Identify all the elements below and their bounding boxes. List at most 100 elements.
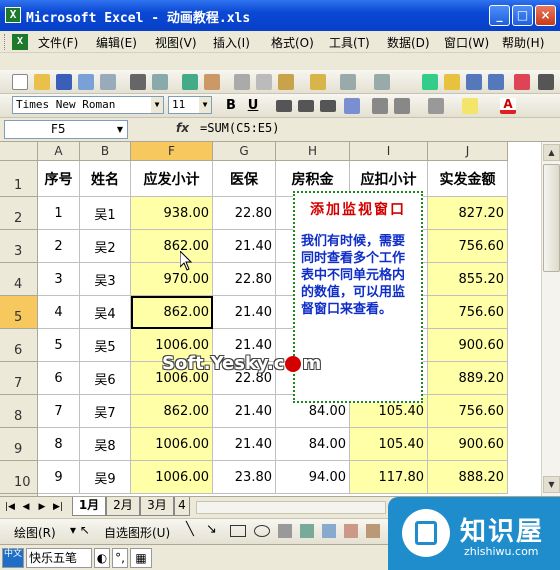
column-title-cell[interactable]: 医保 <box>213 161 276 197</box>
menu-format[interactable]: 格式(O) <box>271 34 314 51</box>
column-title-cell[interactable]: 实发金额 <box>428 161 508 197</box>
table-cell[interactable]: 900.60 <box>428 428 508 461</box>
row-header-9[interactable]: 9 <box>0 428 38 461</box>
sort-ascending-icon[interactable] <box>466 74 482 90</box>
oval-icon[interactable] <box>254 525 270 537</box>
row-header-3[interactable]: 3 <box>0 230 38 263</box>
row-header-7[interactable]: 7 <box>0 362 38 395</box>
table-cell[interactable]: 3 <box>38 263 80 296</box>
vertical-scrollbar[interactable]: ▲ ▼ <box>541 142 560 496</box>
diagram-icon[interactable] <box>322 524 336 538</box>
formula-input[interactable]: =SUM(C5:E5) <box>200 121 279 135</box>
clipart-icon[interactable] <box>344 524 358 538</box>
worksheet-grid[interactable]: A B F G H I J 1 序号 姓名 应发小计 医保 房积金 应扣小计 实发金额 2 1 吴1 938.00 2… <box>0 142 541 496</box>
table-cell[interactable]: 862.00 <box>131 395 213 428</box>
scroll-up-icon[interactable]: ▲ <box>543 144 560 161</box>
select-all-corner[interactable] <box>0 142 38 161</box>
column-header-B[interactable]: B <box>80 142 131 161</box>
horizontal-scrollbar[interactable] <box>196 501 386 514</box>
table-cell[interactable]: 吴4 <box>80 296 131 329</box>
tab-sheet-3[interactable]: 3月 <box>140 497 174 516</box>
cut-icon[interactable] <box>234 74 250 90</box>
first-sheet-icon[interactable]: |◀ <box>4 500 16 514</box>
table-cell[interactable]: 970.00 <box>131 263 213 296</box>
table-cell[interactable]: 117.80 <box>350 461 428 494</box>
tab-sheet-2[interactable]: 2月 <box>106 497 140 516</box>
table-cell[interactable]: 84.00 <box>276 428 350 461</box>
hyperlink-icon[interactable] <box>422 74 438 90</box>
column-title-cell[interactable]: 序号 <box>38 161 80 197</box>
last-sheet-icon[interactable]: ▶| <box>52 500 64 514</box>
font-select[interactable]: Times New Roman ▼ <box>12 96 164 114</box>
table-cell[interactable]: 7 <box>38 395 80 428</box>
align-center-icon[interactable] <box>298 100 314 112</box>
row-header-2[interactable]: 2 <box>0 197 38 230</box>
table-cell[interactable]: 1006.00 <box>131 461 213 494</box>
scroll-thumb[interactable] <box>543 164 560 272</box>
table-cell[interactable]: 900.60 <box>428 329 508 362</box>
rectangle-icon[interactable] <box>230 525 246 537</box>
row-header-5[interactable]: 5 <box>0 296 38 329</box>
table-cell[interactable]: 5 <box>38 329 80 362</box>
menu-window[interactable]: 窗口(W) <box>444 34 489 51</box>
redo-icon[interactable] <box>374 74 390 90</box>
menu-tools[interactable]: 工具(T) <box>329 34 370 51</box>
table-cell[interactable]: 9 <box>38 461 80 494</box>
row-header-10[interactable]: 10 <box>0 461 38 494</box>
keyboard-icon[interactable]: ▦ <box>130 548 152 568</box>
punctuation-icon[interactable]: °, <box>112 548 128 568</box>
drawing-icon[interactable] <box>538 74 554 90</box>
spelling-icon[interactable] <box>182 74 198 90</box>
table-cell[interactable]: 756.60 <box>428 296 508 329</box>
table-cell[interactable]: 862.00 <box>131 296 213 329</box>
table-cell[interactable]: 吴9 <box>80 461 131 494</box>
merge-center-icon[interactable] <box>344 98 360 114</box>
table-cell[interactable]: 1 <box>38 197 80 230</box>
column-title-cell[interactable]: 姓名 <box>80 161 131 197</box>
table-cell[interactable]: 21.40 <box>213 230 276 263</box>
print-preview-icon[interactable] <box>152 74 168 90</box>
table-cell[interactable]: 8 <box>38 428 80 461</box>
undo-icon[interactable] <box>340 74 356 90</box>
table-cell[interactable]: 1006.00 <box>131 428 213 461</box>
table-cell[interactable]: 827.20 <box>428 197 508 230</box>
column-header-H[interactable]: H <box>276 142 350 161</box>
decrease-decimal-icon[interactable] <box>394 98 410 114</box>
table-cell[interactable]: 吴1 <box>80 197 131 230</box>
copy-icon[interactable] <box>256 74 272 90</box>
new-icon[interactable] <box>12 74 28 90</box>
name-box[interactable]: F5 ▼ <box>4 120 128 139</box>
align-left-icon[interactable] <box>276 100 292 112</box>
increase-decimal-icon[interactable] <box>372 98 388 114</box>
permission-icon[interactable] <box>78 74 94 90</box>
draw-menu-button[interactable]: 绘图(R) <box>14 524 56 541</box>
table-cell[interactable]: 22.80 <box>213 197 276 230</box>
menu-view[interactable]: 视图(V) <box>155 34 197 51</box>
picture-icon[interactable] <box>366 524 380 538</box>
table-cell[interactable]: 21.40 <box>213 428 276 461</box>
arrow-icon[interactable]: ↘ <box>206 522 217 537</box>
line-icon[interactable]: ╲ <box>186 522 194 537</box>
menu-edit[interactable]: 编辑(E) <box>96 34 137 51</box>
table-cell[interactable]: 2 <box>38 230 80 263</box>
table-cell[interactable]: 23.80 <box>213 461 276 494</box>
table-cell[interactable]: 吴2 <box>80 230 131 263</box>
table-cell[interactable]: 888.20 <box>428 461 508 494</box>
moon-icon[interactable]: ◐ <box>94 548 110 568</box>
toolbar-grip[interactable] <box>4 34 7 50</box>
mail-icon[interactable] <box>100 74 116 90</box>
table-cell[interactable]: 吴8 <box>80 428 131 461</box>
row-header-6[interactable]: 6 <box>0 329 38 362</box>
fill-color-icon[interactable] <box>462 98 478 114</box>
table-cell[interactable]: 756.60 <box>428 230 508 263</box>
sort-descending-icon[interactable] <box>488 74 504 90</box>
chart-wizard-icon[interactable] <box>514 74 530 90</box>
borders-icon[interactable] <box>428 98 444 114</box>
column-header-F[interactable]: F <box>131 142 213 161</box>
save-icon[interactable] <box>56 74 72 90</box>
autoshapes-button[interactable]: 自选图形(U) <box>104 524 170 541</box>
column-header-I[interactable]: I <box>350 142 428 161</box>
next-sheet-icon[interactable]: ▶ <box>36 500 48 514</box>
table-cell[interactable]: 吴5 <box>80 329 131 362</box>
close-button[interactable]: × <box>535 5 556 26</box>
